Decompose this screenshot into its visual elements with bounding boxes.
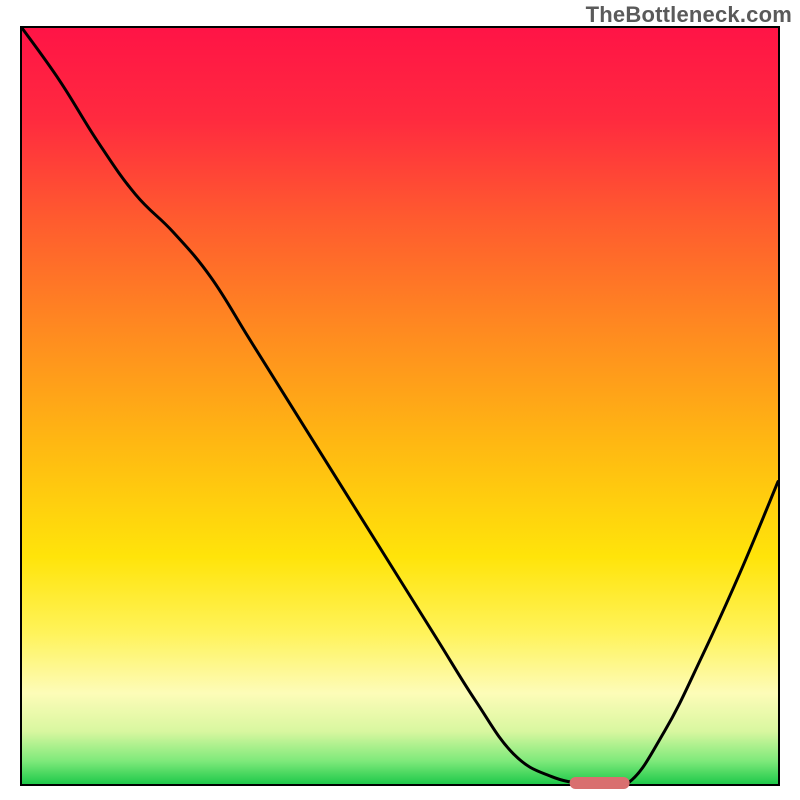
watermark-text: TheBottleneck.com xyxy=(586,2,792,28)
optimal-range-marker xyxy=(569,777,630,789)
curve-layer xyxy=(22,28,778,784)
bottleneck-chart: TheBottleneck.com xyxy=(0,0,800,800)
bottleneck-curve xyxy=(22,28,778,784)
plot-area xyxy=(20,26,780,786)
